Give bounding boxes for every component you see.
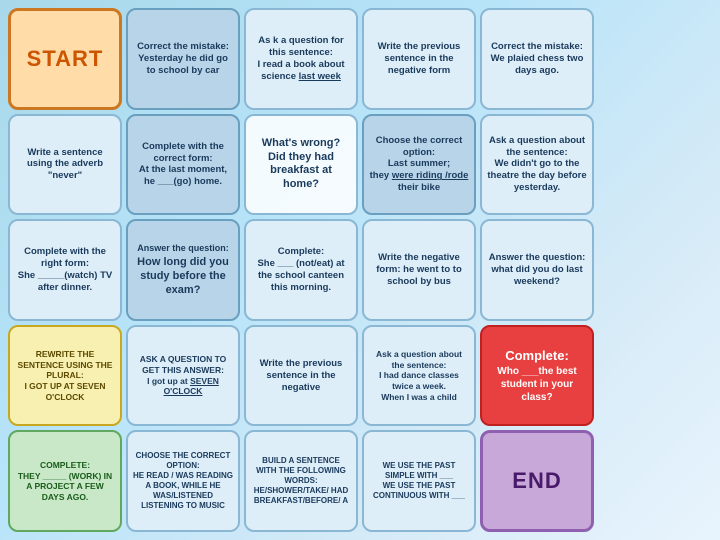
- end-label: END: [512, 467, 561, 495]
- game-board: START Correct the mistake:Yesterday he d…: [8, 8, 712, 532]
- cell-r2c1: Write a sentence using the adverb"never": [8, 114, 122, 216]
- cell-r3c5: Answer the question: what did you do las…: [480, 219, 594, 321]
- cell-r3c4: Write the negative form: he went to to s…: [362, 219, 476, 321]
- cell-r4c5: Complete:Who ___the best student in your…: [480, 325, 594, 427]
- cell-r5c2: CHOOSE THE CORRECT OPTION:HE READ / WAS …: [126, 430, 240, 532]
- cell-r4c2: Ask a question to get this answer:I got …: [126, 325, 240, 427]
- start-cell: START: [8, 8, 122, 110]
- start-label: START: [27, 45, 104, 73]
- cell-r3c2: Answer the question:How long did you stu…: [126, 219, 240, 321]
- cell-r3c3: Complete:She ___ (not/eat) at the school…: [244, 219, 358, 321]
- cell-r2c3: What's wrong?Did they had breakfast at h…: [244, 114, 358, 216]
- cell-r4c3: Write the previous sentence in the negat…: [244, 325, 358, 427]
- cell-r3c1: Complete with the right form:She _____(w…: [8, 219, 122, 321]
- cell-r4c1: REWRITE THE SENTENCE USING THE PLURAL:I …: [8, 325, 122, 427]
- cell-r1c3: As k a question for this sentence:I read…: [244, 8, 358, 110]
- cell-r2c2: Complete with the correct form:At the la…: [126, 114, 240, 216]
- cell-r2c4: Choose the correct option:Last summer;th…: [362, 114, 476, 216]
- cell-r1c5: Correct the mistake:We plaied chess two …: [480, 8, 594, 110]
- cell-r5c3: BUILD A SENTENCE WITH THE FOLLOWING WORD…: [244, 430, 358, 532]
- end-cell: END: [480, 430, 594, 532]
- cell-r2c5: Ask a question about the sentence:We did…: [480, 114, 594, 216]
- cell-r4c4: Ask a question about the sentence:I had …: [362, 325, 476, 427]
- cell-r5c4: WE USE THE PAST SIMPLE WITH ___WE USE TH…: [362, 430, 476, 532]
- cell-r1c4: Write the previous sentence in the negat…: [362, 8, 476, 110]
- cell-r1c2-text: Correct the mistake:Yesterday he did go …: [133, 41, 233, 77]
- cell-r5c1: COMPLETE:THEY _____ (WORK) IN A PROJECT …: [8, 430, 122, 532]
- cell-r1c2: Correct the mistake:Yesterday he did go …: [126, 8, 240, 110]
